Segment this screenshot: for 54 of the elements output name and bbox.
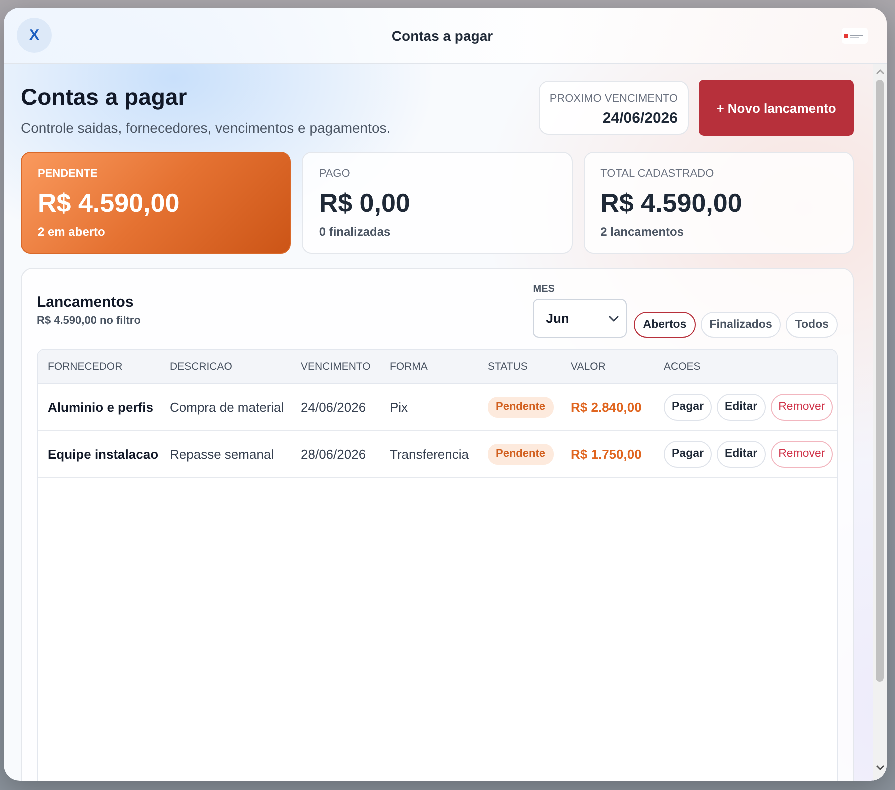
table-cell: Repasse semanal <box>170 446 274 462</box>
month-select[interactable]: Jun <box>533 299 628 338</box>
scrollbar-thumb[interactable] <box>876 80 884 682</box>
action-button[interactable]: Remover <box>770 394 834 420</box>
action-button[interactable]: Pagar <box>664 394 712 420</box>
logo-icon <box>842 28 868 44</box>
panel-title: Lancamentos <box>37 293 135 313</box>
panel-subtitle: R$ 4.590,00 no filtro <box>37 314 141 328</box>
filter-tab[interactable]: Abertos <box>634 312 696 338</box>
next-due-date: 24/06/2026 <box>602 109 678 128</box>
column-header: STATUS <box>487 360 528 372</box>
chevron-down-icon <box>609 316 620 322</box>
column-header: VALOR <box>570 360 606 372</box>
table-cell: Equipe instalacao <box>48 446 159 462</box>
action-button[interactable]: Editar <box>716 394 766 420</box>
window-title: Contas a pagar <box>392 28 494 44</box>
filter-tab[interactable]: Todos <box>786 312 838 338</box>
summary-detail: 2 em aberto <box>38 224 106 240</box>
summary-label: TOTAL CADASTRADO <box>600 167 716 181</box>
summary-label: PENDENTE <box>38 167 99 181</box>
summary-detail: 2 lancamentos <box>600 224 686 240</box>
action-button[interactable]: Editar <box>716 440 766 468</box>
new-entry-button[interactable]: + Novo lancamento <box>699 80 854 136</box>
amount-cell: R$ 2.840,00 <box>571 400 642 414</box>
filter-tab[interactable]: Finalizados <box>700 312 782 338</box>
summary-value: R$ 4.590,00 <box>600 187 744 219</box>
table-cell: Pix <box>390 400 408 414</box>
action-button[interactable]: Remover <box>770 440 834 468</box>
next-due-label: PROXIMO VENCIMENTO <box>550 92 678 106</box>
table-cell: 28/06/2026 <box>301 446 366 462</box>
scroll-up-icon[interactable] <box>876 69 884 75</box>
month-label: MES <box>533 283 556 297</box>
column-header: VENCIMENTO <box>300 360 371 372</box>
table-cell: Transferencia <box>390 446 469 462</box>
status-badge: Pendente <box>488 444 554 464</box>
action-button[interactable]: Pagar <box>664 440 712 468</box>
summary-detail: 0 finalizadas <box>319 224 392 240</box>
summary-value: R$ 0,00 <box>319 187 412 219</box>
status-badge: Pendente <box>488 396 554 418</box>
page-title: Contas a pagar <box>21 83 188 112</box>
column-header: ACOES <box>663 360 701 372</box>
table-cell: Compra de material <box>170 400 284 414</box>
scrollbar[interactable] <box>873 64 887 781</box>
scroll-down-icon[interactable] <box>876 765 884 771</box>
column-header: DESCRICAO <box>169 360 232 372</box>
table-cell: Aluminio e perfis <box>48 400 154 414</box>
amount-cell: R$ 1.750,00 <box>571 446 642 462</box>
table-cell: 24/06/2026 <box>301 400 366 414</box>
column-header: FORNECEDOR <box>47 360 123 372</box>
close-button[interactable]: X <box>17 18 52 53</box>
page-subtitle: Controle saidas, fornecedores, vencimentos e pagamentos. <box>21 119 391 137</box>
column-header: FORMA <box>389 360 428 372</box>
summary-value: R$ 4.590,00 <box>38 187 181 219</box>
summary-label: PAGO <box>319 167 352 181</box>
